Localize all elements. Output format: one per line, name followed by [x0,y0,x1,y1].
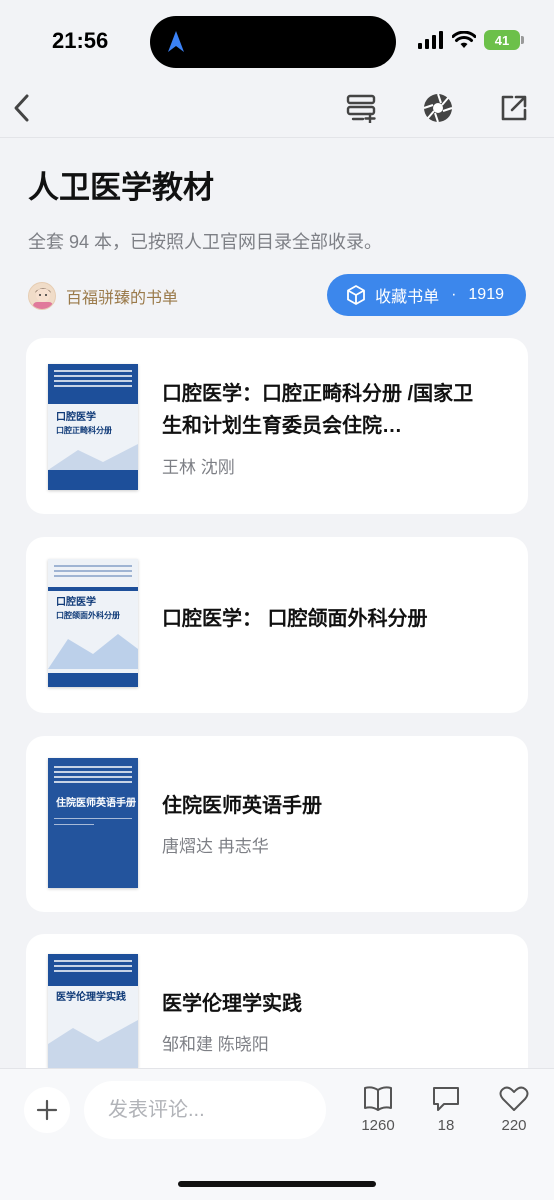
book-title-1: 口腔医学：口腔正畸科分册 /国家卫生和计划生育委员会住院… [162,383,474,437]
plus-icon [36,1099,58,1121]
cover-subtitle-1: 口腔正畸科分册 [56,424,112,435]
avatar [28,282,56,310]
page-subtitle: 全套 94 本，已按照人卫官网目录全部收录。 [28,232,383,252]
likes-count: 220 [501,1117,527,1134]
book-cover-3: 住院医师英语手册 [48,758,138,888]
book-cover-2: 口腔医学 口腔颌面外科分册 [48,559,138,687]
reads-count: 1260 [361,1117,395,1134]
book-title-2: 口腔医学： 口腔颌面外科分册 [162,608,428,630]
status-bar: 21:56 41 [0,0,554,80]
cover-subtitle-2: 口腔颌面外科分册 [56,609,120,620]
book-title-3: 住院医师英语手册 [162,795,322,817]
favorite-separator: · [451,286,457,303]
heart-icon [499,1086,529,1111]
comments-action[interactable]: 18 [416,1085,476,1134]
book-card-1[interactable]: 口腔医学 口腔正畸科分册 口腔医学：口腔正畸科分册 /国家卫生和计划生育委员会住… [26,338,528,514]
wifi-icon [452,31,476,48]
favorite-label: 收藏书单 [375,289,440,306]
shutter-icon [423,93,453,123]
add-button[interactable] [24,1087,70,1133]
dynamic-island [150,16,396,68]
book-author-3: 唐熠达 冉志华 [162,837,269,856]
comment-input[interactable] [84,1081,326,1139]
cube-icon [347,285,365,305]
battery-icon: 41 [484,30,524,50]
status-icons: 41 [418,30,524,50]
location-arrow-icon [168,31,184,52]
reads-action[interactable]: 1260 [348,1085,408,1134]
back-icon [14,94,29,122]
comments-count: 18 [437,1117,455,1134]
cover-title-2: 口腔医学 [56,597,96,608]
book-cover-4: 医学伦理学实践 [48,954,138,1068]
book-cover-1: 口腔医学 口腔正畸科分册 [48,364,138,490]
nav-bar [0,80,554,138]
back-button[interactable] [4,90,40,126]
share-icon [501,95,527,121]
book-author-1: 王林 沈刚 [162,458,235,477]
book-open-icon [364,1086,392,1111]
like-action[interactable]: 220 [484,1085,544,1134]
author-name: 百福骈臻的书单 [66,290,179,307]
home-indicator [178,1181,376,1187]
cover-title-3: 住院医师英语手册 [56,798,136,809]
status-time: 21:56 [52,28,109,53]
comment-icon [433,1087,459,1111]
page-title: 人卫医学教材 [28,170,214,206]
share-button[interactable] [496,90,532,126]
book-card-3[interactable]: 住院医师英语手册 住院医师英语手册 唐熠达 冉志华 [26,736,528,912]
book-title-4: 医学伦理学实践 [162,993,302,1015]
favorite-count: 1919 [468,286,504,303]
book-author-4: 邹和建 陈晓阳 [162,1035,269,1054]
cover-title-1: 口腔医学 [56,412,96,423]
book-card-2[interactable]: 口腔医学 口腔颌面外科分册 口腔医学： 口腔颌面外科分册 [26,537,528,713]
add-to-list-button[interactable] [344,90,380,126]
shutter-button[interactable] [420,90,456,126]
author-link[interactable]: 百福骈臻的书单 [28,282,178,310]
add-to-list-icon [346,94,376,123]
battery-level: 41 [484,30,520,50]
signal-icon [418,31,443,49]
cover-title-4: 医学伦理学实践 [56,992,126,1003]
favorite-list-button[interactable]: 收藏书单 · 1919 [327,274,526,316]
